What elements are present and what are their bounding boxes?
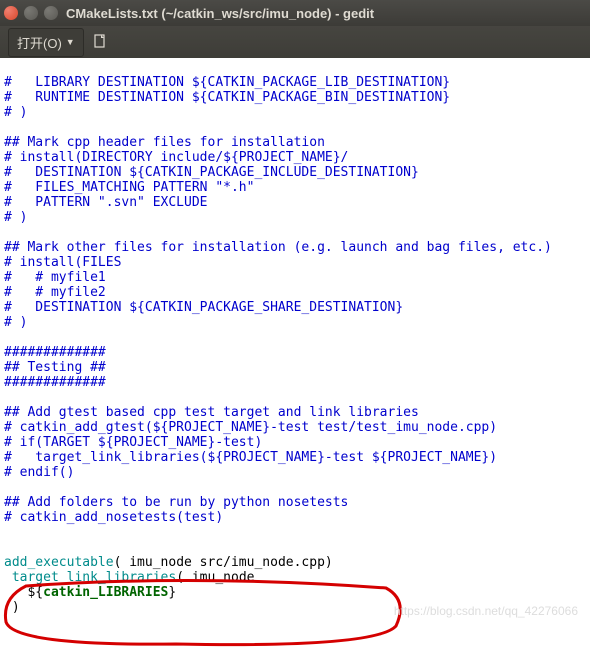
code-line: ############# [4, 345, 106, 360]
toolbar: 打开(O) ▼ [0, 26, 590, 58]
code-line: # LIBRARY DESTINATION ${CATKIN_PACKAGE_L… [4, 75, 450, 90]
code-line: # # myfile2 [4, 285, 106, 300]
code-line: ) [4, 600, 20, 615]
code-line: ## Add folders to be run by python noset… [4, 495, 348, 510]
code-line: ## Mark cpp header files for installatio… [4, 135, 325, 150]
document-tab-icon[interactable] [92, 33, 110, 51]
code-line: # DESTINATION ${CATKIN_PACKAGE_SHARE_DES… [4, 300, 403, 315]
window-controls [4, 6, 58, 20]
minimize-icon[interactable] [24, 6, 38, 20]
code-line: # RUNTIME DESTINATION ${CATKIN_PACKAGE_B… [4, 90, 450, 105]
code-line: # install(FILES [4, 255, 121, 270]
code-line: # catkin_add_gtest(${PROJECT_NAME}-test … [4, 420, 497, 435]
close-icon[interactable] [4, 6, 18, 20]
code-line: add_executable( imu_node src/imu_node.cp… [4, 555, 333, 570]
code-line: # catkin_add_nosetests(test) [4, 510, 223, 525]
maximize-icon[interactable] [44, 6, 58, 20]
code-line: # endif() [4, 465, 74, 480]
code-line: # DESTINATION ${CATKIN_PACKAGE_INCLUDE_D… [4, 165, 419, 180]
code-line: ## Mark other files for installation (e.… [4, 240, 552, 255]
window-title: CMakeLists.txt (~/catkin_ws/src/imu_node… [66, 6, 374, 21]
code-line: # ) [4, 210, 27, 225]
editor-area[interactable]: # LIBRARY DESTINATION ${CATKIN_PACKAGE_L… [0, 58, 590, 647]
window-titlebar: CMakeLists.txt (~/catkin_ws/src/imu_node… [0, 0, 590, 26]
code-line: # PATTERN ".svn" EXCLUDE [4, 195, 208, 210]
code-line: ############# [4, 375, 106, 390]
open-button[interactable]: 打开(O) ▼ [8, 28, 84, 57]
chevron-down-icon: ▼ [66, 37, 75, 47]
watermark-text: https://blog.csdn.net/qq_42276066 [394, 604, 578, 619]
code-line: # if(TARGET ${PROJECT_NAME}-test) [4, 435, 262, 450]
code-line: target_link_libraries( imu_node [4, 570, 254, 585]
code-line: # ) [4, 315, 27, 330]
code-line: # # myfile1 [4, 270, 106, 285]
code-line: ## Testing ## [4, 360, 106, 375]
code-line: # ) [4, 105, 27, 120]
code-line: # FILES_MATCHING PATTERN "*.h" [4, 180, 254, 195]
code-line: # install(DIRECTORY include/${PROJECT_NA… [4, 150, 348, 165]
code-line: # target_link_libraries(${PROJECT_NAME}-… [4, 450, 497, 465]
open-button-label: 打开(O) [17, 33, 62, 52]
code-line: ${catkin_LIBRARIES} [4, 585, 176, 600]
code-line: ## Add gtest based cpp test target and l… [4, 405, 419, 420]
